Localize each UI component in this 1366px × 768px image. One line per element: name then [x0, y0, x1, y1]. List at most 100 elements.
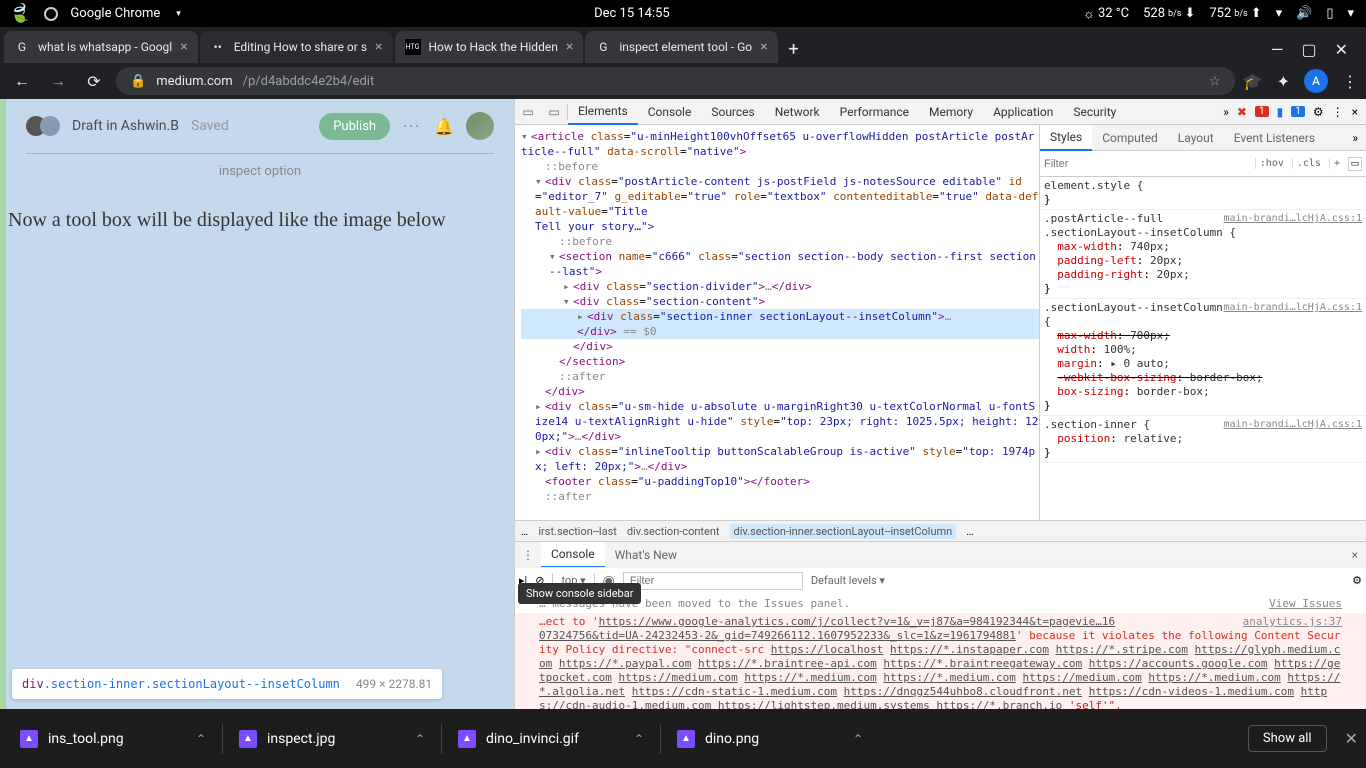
browser-tab[interactable]: Ginspect element tool - Go×	[585, 31, 777, 63]
save-status: Saved	[191, 118, 229, 134]
stylestab-styles[interactable]: Styles	[1040, 125, 1092, 151]
back-button[interactable]: ←	[8, 67, 36, 95]
battery-icon[interactable]: ▯	[1326, 6, 1333, 21]
settings-icon[interactable]: ⚙	[1313, 105, 1324, 119]
inspect-element-button[interactable]: ▭	[515, 99, 541, 125]
download-chip[interactable]: ▲ins_tool.png⌃	[8, 718, 218, 760]
download-chip[interactable]: ▲dino.png⌃	[665, 718, 875, 760]
chevron-up-icon[interactable]: ⌃	[196, 732, 206, 746]
address-bar[interactable]: 🔒 medium.com/p/d4abddc4e2b4/edit ☆	[116, 67, 1235, 95]
show-all-button[interactable]: Show all	[1248, 725, 1327, 752]
volume-icon[interactable]: 🔊	[1296, 6, 1312, 21]
dock-menu-icon[interactable]: ⋮	[1332, 105, 1344, 119]
os-logo-icon: 🍃	[10, 3, 32, 24]
cls-toggle[interactable]: .cls	[1292, 158, 1325, 169]
stylestab-layout[interactable]: Layout	[1168, 125, 1224, 151]
stylestab-eventlisteners[interactable]: Event Listeners	[1224, 125, 1325, 151]
chevron-up-icon[interactable]: ⌃	[853, 732, 863, 746]
more-tabs-chevron-icon[interactable]: »	[1223, 105, 1229, 119]
devtab-performance[interactable]: Performance	[830, 99, 919, 125]
new-tab-button[interactable]: +	[780, 35, 808, 63]
devtab-network[interactable]: Network	[765, 99, 830, 125]
extension-icon[interactable]: 🎓	[1243, 72, 1263, 91]
forward-button[interactable]: →	[44, 67, 72, 95]
close-window-icon[interactable]: ✕	[1335, 40, 1348, 59]
minimize-icon[interactable]: —	[1271, 40, 1284, 59]
power-icon[interactable]: ▾	[1347, 6, 1354, 21]
devtab-application[interactable]: Application	[983, 99, 1063, 125]
downloads-close-icon[interactable]: ✕	[1345, 729, 1358, 748]
info-count-badge[interactable]: 1	[1291, 106, 1305, 117]
url-path: /p/d4abddc4e2b4/edit	[243, 74, 375, 89]
browser-tab[interactable]: ••Editing How to share or s×	[200, 31, 393, 63]
image-icon: ▲	[20, 730, 38, 748]
error-count-badge[interactable]: 1	[1255, 106, 1269, 117]
wifi-icon[interactable]: ▾	[1276, 6, 1283, 21]
notifications-icon[interactable]: 🔔	[434, 117, 454, 136]
drawer-tab-console[interactable]: Console	[541, 542, 605, 568]
weather-indicator[interactable]: ☼ 32 °C	[1083, 6, 1129, 22]
new-rule-button[interactable]: +	[1329, 158, 1344, 169]
devtab-memory[interactable]: Memory	[919, 99, 983, 125]
console-output[interactable]: … messages have been moved to the Issues…	[515, 593, 1366, 709]
log-level-select[interactable]: Default levels ▾	[811, 574, 885, 587]
profile-avatar[interactable]: A	[1304, 69, 1328, 93]
bookmark-icon[interactable]: ☆	[1209, 74, 1221, 89]
net-down-indicator: 528b/s ⬇	[1143, 6, 1195, 21]
close-icon[interactable]: ×	[566, 39, 573, 55]
download-chip[interactable]: ▲inspect.jpg⌃	[227, 718, 437, 760]
styles-filter-input[interactable]	[1044, 158, 1251, 170]
net-up-indicator: 752b/s ⬆	[1209, 6, 1261, 21]
stylestab-computed[interactable]: Computed	[1092, 125, 1168, 151]
console-settings-icon[interactable]: ⚙	[1352, 574, 1362, 587]
devtab-sources[interactable]: Sources	[701, 99, 764, 125]
downloads-bar: ▲ins_tool.png⌃ ▲inspect.jpg⌃ ▲dino_invin…	[0, 709, 1366, 768]
browser-tab[interactable]: HTGHow to Hack the Hidden ×	[395, 31, 584, 63]
image-icon: ▲	[239, 730, 257, 748]
active-app-label[interactable]: Google Chrome	[70, 6, 160, 21]
close-icon[interactable]: ×	[180, 39, 187, 55]
devtools-close-icon[interactable]: ×	[1352, 105, 1358, 119]
devtab-security[interactable]: Security	[1063, 99, 1126, 125]
browser-toolbar: ← → ⟳ 🔒 medium.com/p/d4abddc4e2b4/edit ☆…	[0, 63, 1366, 99]
reload-button[interactable]: ⟳	[80, 67, 108, 95]
figure-caption[interactable]: inspect option	[6, 164, 514, 179]
medium-logo-icon[interactable]	[26, 116, 60, 136]
hov-toggle[interactable]: :hov	[1255, 158, 1288, 169]
drawer-tab-whatsnew[interactable]: What's New	[605, 542, 687, 568]
article-body-text[interactable]: Now a tool box will be displayed like th…	[0, 179, 514, 232]
drawer-close-icon[interactable]: ×	[1344, 548, 1366, 562]
chrome-icon	[44, 7, 58, 21]
console-drawer-menu[interactable]: ⋮	[515, 542, 541, 568]
console-filter-input[interactable]	[623, 572, 803, 590]
dom-breadcrumbs[interactable]: … irst.section--last div.section-content…	[515, 520, 1366, 541]
download-chip[interactable]: ▲dino_invinci.gif⌃	[446, 718, 656, 760]
close-icon[interactable]: ×	[760, 39, 767, 55]
view-issues-link[interactable]: View Issues	[1269, 597, 1342, 611]
device-icon[interactable]: ▭	[1348, 157, 1362, 171]
maximize-icon[interactable]: ▢	[1301, 40, 1316, 59]
chevron-up-icon[interactable]: ⌃	[415, 732, 425, 746]
chrome-menu-button[interactable]: ⋮	[1342, 72, 1358, 91]
close-icon[interactable]: ×	[375, 39, 382, 55]
browser-tab[interactable]: Gwhat is whatsapp - Googl×	[4, 31, 198, 63]
image-icon: ▲	[458, 730, 476, 748]
user-avatar[interactable]	[466, 112, 494, 140]
favicon-icon: G	[14, 39, 30, 55]
url-host: medium.com	[156, 74, 232, 89]
devtools-panel: ▭ ▭ Elements Console Sources Network Per…	[514, 99, 1366, 709]
clock[interactable]: Dec 15 14:55	[181, 6, 1083, 21]
styles-more-icon[interactable]: »	[1344, 131, 1366, 145]
console-error-row: analytics.js:37 …ect to 'https://www.goo…	[515, 613, 1366, 709]
chevron-up-icon[interactable]: ⌃	[634, 732, 644, 746]
device-toggle-button[interactable]: ▭	[541, 99, 567, 125]
extensions-button[interactable]: ✦	[1277, 72, 1290, 91]
dom-tree[interactable]: ▾<article class="u-minHeight100vhOffset6…	[515, 125, 1039, 520]
devtab-elements[interactable]: Elements	[568, 99, 638, 125]
favicon-icon: ••	[210, 39, 226, 55]
publish-button[interactable]: Publish	[319, 113, 390, 140]
devtab-console[interactable]: Console	[638, 99, 702, 125]
more-button[interactable]: ⋯	[402, 116, 422, 137]
lock-icon: 🔒	[130, 74, 146, 89]
style-rules[interactable]: element.style {} main-brandi…lcHjA.css:1…	[1040, 177, 1366, 520]
